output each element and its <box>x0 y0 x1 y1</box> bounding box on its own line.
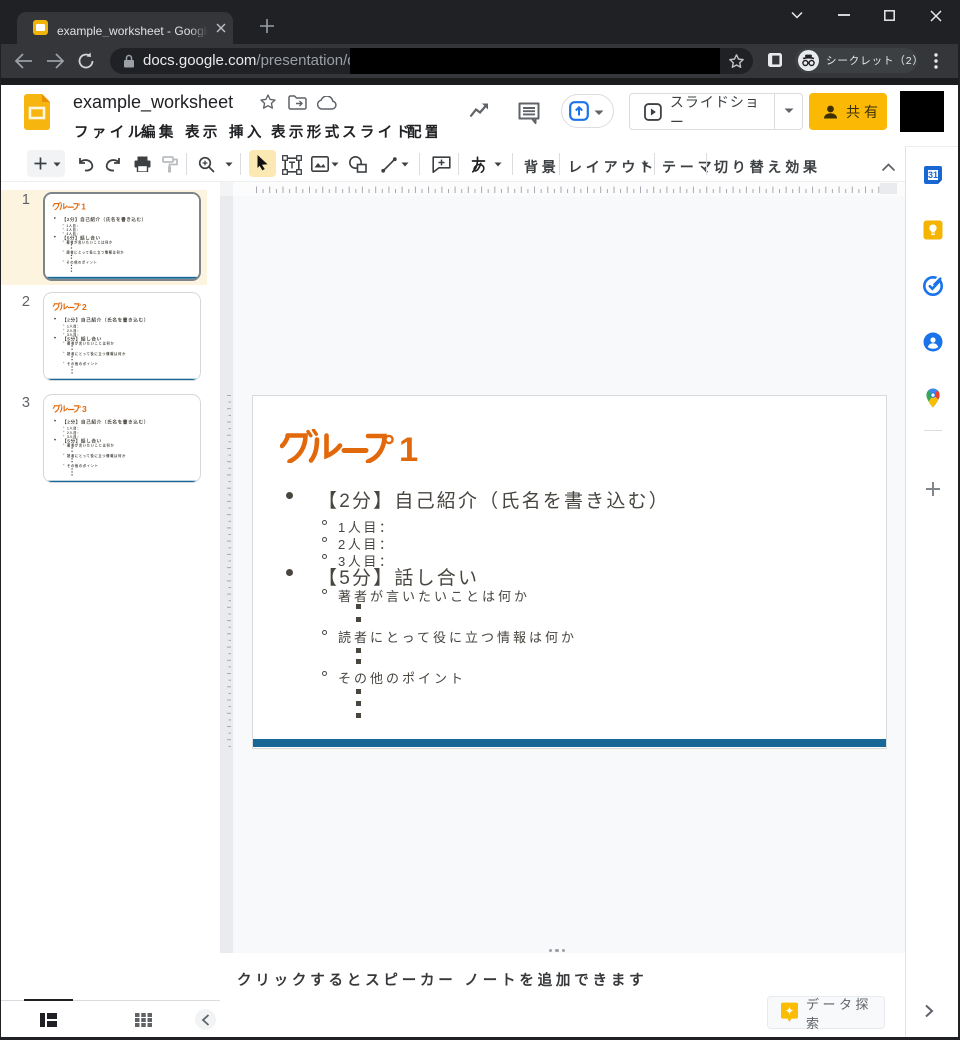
svg-text:31: 31 <box>928 170 938 180</box>
